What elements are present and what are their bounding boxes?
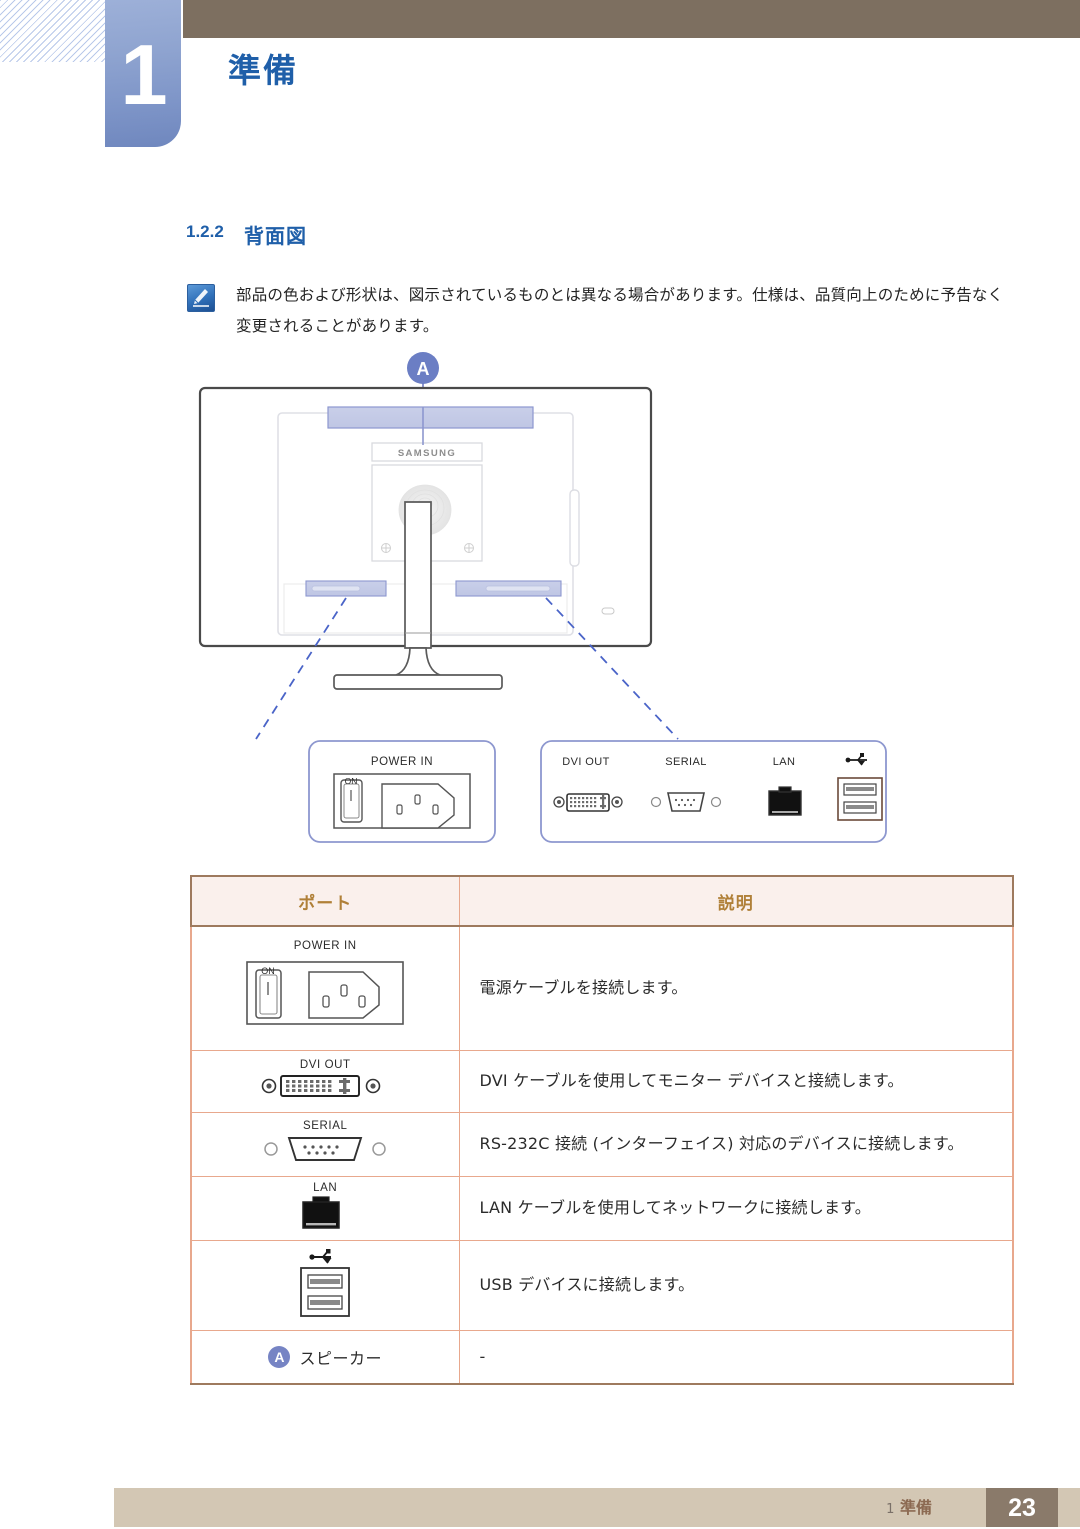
table-row: POWER IN ON 電源ケーブルを接続します。 bbox=[190, 925, 1014, 1051]
port-cell-serial: SERIAL bbox=[190, 1111, 460, 1177]
speaker-badge-a: A bbox=[268, 1345, 291, 1368]
page-title: 背面図 bbox=[244, 224, 307, 248]
port-label: POWER IN bbox=[293, 939, 357, 952]
svg-text:POWER IN: POWER IN bbox=[371, 756, 433, 768]
description-cell: - bbox=[458, 1329, 1014, 1385]
note-text: 部品の色および形状は、図示されているものとは異なる場合があります。仕様は、品質向… bbox=[236, 286, 1004, 335]
table-row: LAN LAN ケーブルを使用してネットワークに接続します。 bbox=[190, 1175, 1014, 1241]
chapter-number: 1 bbox=[120, 28, 167, 123]
section-number: 1.2.2 bbox=[186, 222, 224, 241]
table-row: USB デバイスに接続します。 bbox=[190, 1239, 1014, 1331]
usb-icon bbox=[309, 1248, 332, 1264]
description-cell: RS-232C 接続 (インターフェイス) 対応のデバイスに接続します。 bbox=[458, 1111, 1014, 1177]
ports-description-table: ポート 説明 POWER IN ON 電源ケーブルを接続します。 DVI OUT… bbox=[190, 875, 1014, 1385]
page-number: 23 bbox=[986, 1488, 1058, 1527]
samsung-logo: SAMSUNG bbox=[398, 448, 456, 459]
table-row: A スピーカー - bbox=[190, 1329, 1014, 1385]
description-text: USB デバイスに接続します。 bbox=[479, 1275, 695, 1294]
serial-port-icon bbox=[264, 1136, 386, 1161]
speaker-label: スピーカー bbox=[299, 1348, 382, 1368]
footer-chapter: 1 準備 bbox=[114, 1488, 1080, 1527]
rear-view-diagram: A SAMSUNG POWER IN ON DVI OUT SERIAL LAN bbox=[186, 350, 1016, 860]
chapter-title: 準備 bbox=[228, 51, 298, 90]
port-cell-power-in: POWER IN ON bbox=[190, 925, 460, 1051]
svg-text:ON: ON bbox=[345, 776, 358, 786]
description-text: LAN ケーブルを使用してネットワークに接続します。 bbox=[479, 1198, 871, 1217]
chapter-tab: 1 bbox=[105, 0, 181, 147]
description-cell: USB デバイスに接続します。 bbox=[458, 1239, 1014, 1331]
svg-text:LAN: LAN bbox=[773, 756, 796, 768]
port-cell-dvi-out: DVI OUT bbox=[190, 1049, 460, 1113]
usb-port-icon bbox=[300, 1248, 351, 1317]
description-text: 電源ケーブルを接続します。 bbox=[479, 978, 688, 998]
description-text: - bbox=[479, 1346, 486, 1366]
footer-chapter-title: 準備 bbox=[899, 1498, 932, 1517]
description-text: DVI ケーブルを使用してモニター デバイスと接続します。 bbox=[479, 1071, 904, 1090]
svg-text:DVI OUT: DVI OUT bbox=[562, 756, 609, 768]
note-pencil-icon bbox=[187, 284, 215, 312]
speaker-highlight-top bbox=[327, 406, 534, 429]
column-header-port: ポート bbox=[190, 875, 460, 927]
hatch-pattern-decoration bbox=[0, 0, 112, 62]
table-row: SERIAL RS-232C 接続 (インターフェイス) 対応のデバイスに接続し… bbox=[190, 1111, 1014, 1177]
footer-chapter-number: 1 bbox=[886, 1502, 895, 1517]
header-brown-bar bbox=[183, 0, 1080, 38]
port-label: SERIAL bbox=[302, 1119, 348, 1132]
description-cell: LAN ケーブルを使用してネットワークに接続します。 bbox=[458, 1175, 1014, 1241]
port-cell-speaker: A スピーカー bbox=[190, 1329, 460, 1385]
lan-port-icon bbox=[302, 1195, 340, 1229]
svg-text:SERIAL: SERIAL bbox=[665, 756, 707, 768]
svg-text:ON: ON bbox=[262, 966, 276, 976]
callout-box-ports: DVI OUT SERIAL LAN bbox=[540, 740, 887, 843]
svg-text:A: A bbox=[417, 359, 430, 379]
port-cell-lan: LAN bbox=[190, 1175, 460, 1241]
footer-bar: 1 準備 23 bbox=[114, 1488, 1080, 1527]
port-label: LAN bbox=[313, 1181, 338, 1194]
description-cell: DVI ケーブルを使用してモニター デバイスと接続します。 bbox=[458, 1049, 1014, 1113]
table-header-row: ポート 説明 bbox=[190, 875, 1014, 927]
manual-page: 1 準備 1.2.2 背面図 部品の色および形状は、図示されているものとは異なる… bbox=[0, 0, 1080, 1527]
power-in-icon: ON bbox=[246, 960, 405, 1025]
callout-box-power-in: POWER IN ON bbox=[308, 740, 496, 843]
dvi-port-icon bbox=[261, 1074, 381, 1097]
port-label: DVI OUT bbox=[299, 1058, 351, 1071]
column-header-description: 説明 bbox=[458, 875, 1014, 927]
table-row: DVI OUT DVI ケーブルを使用してモニター デバイスと接続します。 bbox=[190, 1049, 1014, 1113]
port-cell-usb bbox=[190, 1239, 460, 1331]
description-text: RS-232C 接続 (インターフェイス) 対応のデバイスに接続します。 bbox=[479, 1134, 964, 1153]
description-cell: 電源ケーブルを接続します。 bbox=[458, 925, 1014, 1051]
